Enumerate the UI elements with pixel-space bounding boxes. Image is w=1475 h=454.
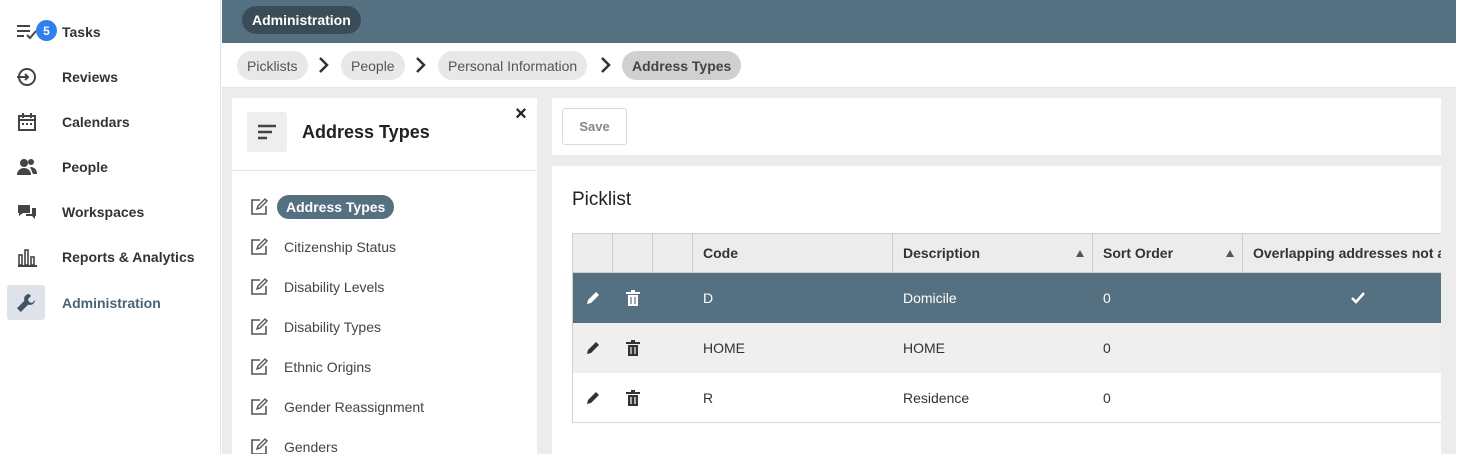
picklist-table: Code Description Sort Order Overlapping …: [572, 233, 1441, 423]
nav-item-tasks[interactable]: 5 Tasks: [7, 14, 213, 50]
picklist-item-gender-reassignment[interactable]: Gender Reassignment: [250, 394, 424, 420]
picklist-panel: Picklist Code Description Sort Order Ove…: [552, 166, 1441, 454]
sort-ascending-icon: [1076, 250, 1084, 257]
nav-label-tasks: Tasks: [62, 24, 101, 40]
breadcrumb-item-people[interactable]: People: [341, 51, 405, 80]
picklist-item-citizenship-status[interactable]: Citizenship Status: [250, 234, 396, 260]
divider: [232, 170, 537, 171]
column-header-label: Description: [903, 245, 981, 261]
breadcrumb-item-picklists[interactable]: Picklists: [237, 51, 308, 80]
panel-title: Address Types: [302, 122, 430, 142]
edit-icon: [251, 438, 268, 454]
nav-label-people: People: [62, 159, 108, 175]
checkmark-icon: [1351, 292, 1365, 304]
breadcrumb-item-personal-information[interactable]: Personal Information: [438, 51, 588, 80]
reviews-icon: [15, 66, 39, 88]
picklist-item-disability-types[interactable]: Disability Types: [250, 314, 381, 340]
nav-item-reviews[interactable]: Reviews: [7, 59, 213, 95]
table-row[interactable]: HOME HOME 0: [573, 323, 1441, 373]
column-header-code[interactable]: Code: [693, 234, 893, 272]
header-edit-column: [573, 234, 613, 272]
picklist-title: Picklist: [572, 189, 632, 210]
picklist-item-genders[interactable]: Genders: [250, 434, 338, 454]
section-title-pill[interactable]: Administration: [242, 6, 361, 34]
chevron-right-icon: [319, 57, 329, 73]
edit-icon: [251, 278, 268, 295]
breadcrumb-item-address-types: Address Types: [622, 51, 742, 80]
tasks-count-badge: 5: [36, 20, 57, 41]
cell-code: D: [703, 290, 714, 306]
table-row[interactable]: R Residence 0: [573, 373, 1441, 423]
sort-ascending-icon: [1226, 250, 1234, 257]
picklist-item-label: Disability Types: [284, 319, 382, 335]
cell-description: HOME: [903, 340, 945, 356]
picklist-item-label: Address Types: [277, 195, 395, 219]
chevron-right-icon: [416, 57, 426, 73]
wrench-icon: [7, 285, 45, 320]
cell-sort-order: 0: [1103, 290, 1111, 306]
nav-item-reports-analytics[interactable]: Reports & Analytics: [7, 239, 213, 275]
picklist-item-label: Disability Levels: [284, 279, 385, 295]
nav-label-administration: Administration: [62, 295, 161, 311]
pencil-icon[interactable]: [573, 273, 613, 323]
picklist-item-disability-levels[interactable]: Disability Levels: [250, 274, 384, 300]
left-navigation: 5 Tasks Reviews Calendars People Workspa…: [0, 0, 221, 454]
edit-icon: [251, 318, 268, 335]
bar-chart-icon: [15, 246, 39, 268]
list-icon: [247, 112, 287, 152]
nav-label-reviews: Reviews: [62, 69, 119, 85]
people-icon: [15, 156, 39, 178]
cell-code: R: [703, 389, 714, 406]
close-icon[interactable]: ×: [512, 104, 530, 124]
chat-icon: [15, 201, 39, 223]
trash-icon[interactable]: [613, 273, 653, 323]
cell-sort-order: 0: [1103, 389, 1111, 406]
nav-item-administration[interactable]: Administration: [7, 285, 213, 321]
column-header-label: Code: [703, 245, 738, 261]
breadcrumb: Picklists People Personal Information Ad…: [222, 43, 1456, 88]
column-header-sort-order[interactable]: Sort Order: [1093, 234, 1243, 272]
calendar-icon: [15, 111, 39, 133]
nav-item-people[interactable]: People: [7, 149, 213, 185]
chevron-right-icon: [601, 57, 611, 73]
header-blank-column: [653, 234, 693, 272]
edit-icon: [251, 398, 268, 415]
cell-description: Domicile: [903, 290, 957, 306]
trash-icon[interactable]: [613, 373, 653, 422]
pencil-icon[interactable]: [573, 323, 613, 373]
cell-sort-order: 0: [1103, 340, 1111, 356]
cell-code: HOME: [703, 340, 745, 356]
save-button[interactable]: Save: [562, 108, 627, 145]
nav-item-calendars[interactable]: Calendars: [7, 104, 213, 140]
column-header-label: Sort Order: [1103, 245, 1174, 261]
cell-description: Residence: [903, 389, 970, 406]
table-row[interactable]: D Domicile 0: [573, 273, 1441, 323]
pencil-icon[interactable]: [573, 373, 613, 422]
edit-icon: [251, 358, 268, 375]
picklist-item-label: Genders: [284, 439, 338, 454]
toolbar: Save: [552, 98, 1441, 155]
picklist-item-label: Ethnic Origins: [284, 359, 372, 375]
picklist-item-label: Citizenship Status: [284, 239, 397, 255]
column-header-label: Overlapping addresses not allowed: [1253, 245, 1441, 261]
top-header-bar: Administration: [222, 0, 1456, 43]
nav-item-workspaces[interactable]: Workspaces: [7, 194, 213, 230]
picklist-item-ethnic-origins[interactable]: Ethnic Origins: [250, 354, 371, 380]
nav-label-reports-analytics: Reports & Analytics: [62, 249, 195, 265]
trash-icon[interactable]: [613, 323, 653, 373]
nav-label-workspaces: Workspaces: [62, 204, 145, 220]
picklist-nav-panel: Address Types × Address Types Citizenshi…: [232, 98, 537, 454]
column-header-overlapping[interactable]: Overlapping addresses not allowed: [1243, 234, 1441, 272]
table-header-row: Code Description Sort Order Overlapping …: [573, 234, 1441, 273]
picklist-item-address-types[interactable]: Address Types: [250, 194, 395, 220]
edit-icon: [251, 238, 268, 255]
cell-overlapping: [1243, 273, 1441, 323]
edit-icon: [251, 198, 268, 215]
nav-label-calendars: Calendars: [62, 114, 130, 130]
picklist-item-label: Gender Reassignment: [284, 399, 425, 415]
column-header-description[interactable]: Description: [893, 234, 1093, 272]
header-delete-column: [613, 234, 653, 272]
